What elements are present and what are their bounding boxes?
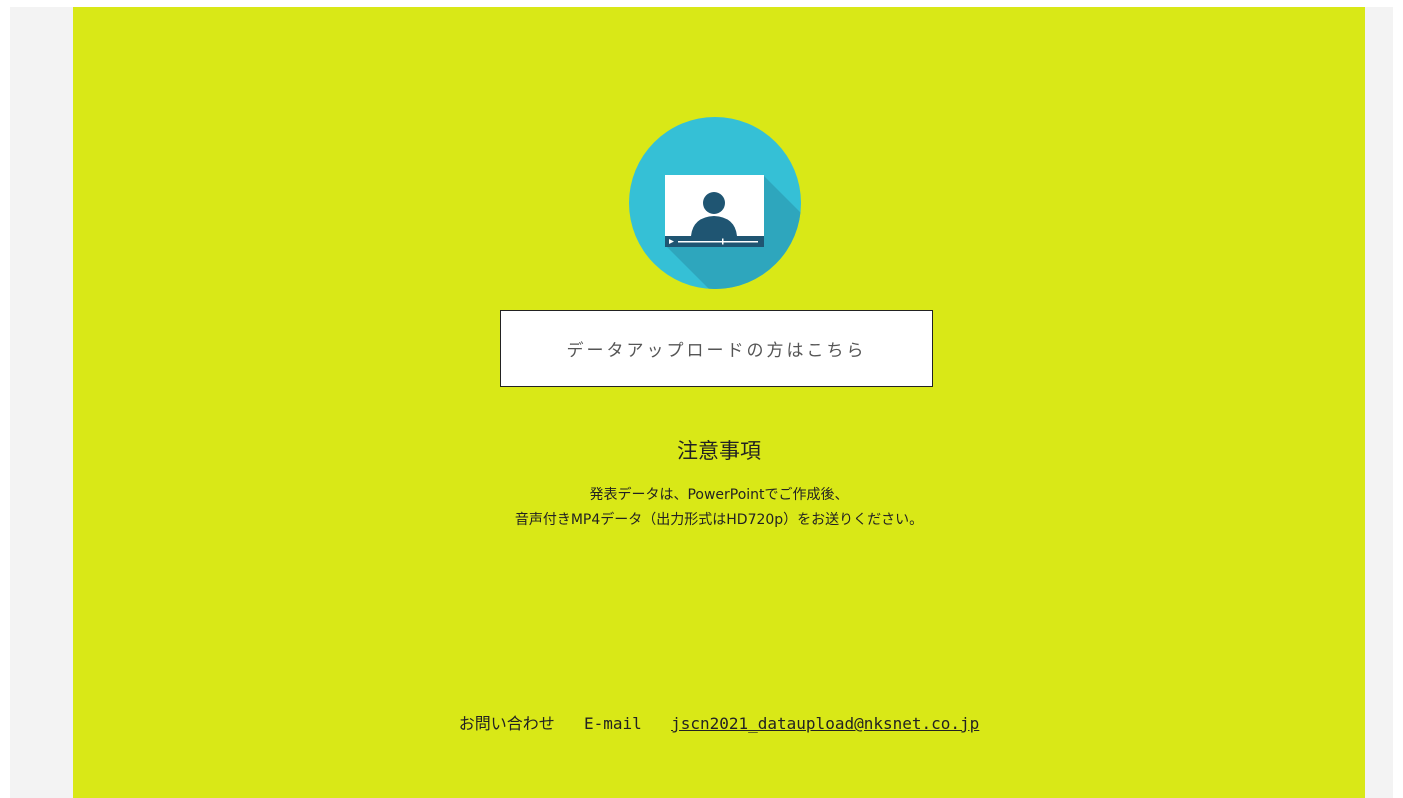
contact-label: お問い合わせ <box>458 714 555 733</box>
email-label: E-mail <box>583 714 642 733</box>
notice-title: 注意事項 <box>677 439 761 463</box>
contact-info: お問い合わせ E-mail jscn2021_dataupload@nksnet… <box>73 710 1365 734</box>
notice-body: 発表データは、PowerPointでご作成後、 音声付きMP4データ（出力形式は… <box>73 483 1365 533</box>
contact-email-link[interactable]: jscn2021_dataupload@nksnet.co.jp <box>671 714 979 733</box>
video-icon <box>629 117 801 289</box>
notice-line-2: 音声付きMP4データ（出力形式はHD720p）をお送りください。 <box>514 512 924 528</box>
data-upload-button-label: データアップロードの方はこちら <box>566 341 867 361</box>
content-panel: データアップロードの方はこちら 注意事項 発表データは、PowerPointでご… <box>73 7 1365 798</box>
data-upload-button[interactable]: データアップロードの方はこちら <box>500 310 933 387</box>
notice-line-1: 発表データは、PowerPointでご作成後、 <box>589 487 849 503</box>
